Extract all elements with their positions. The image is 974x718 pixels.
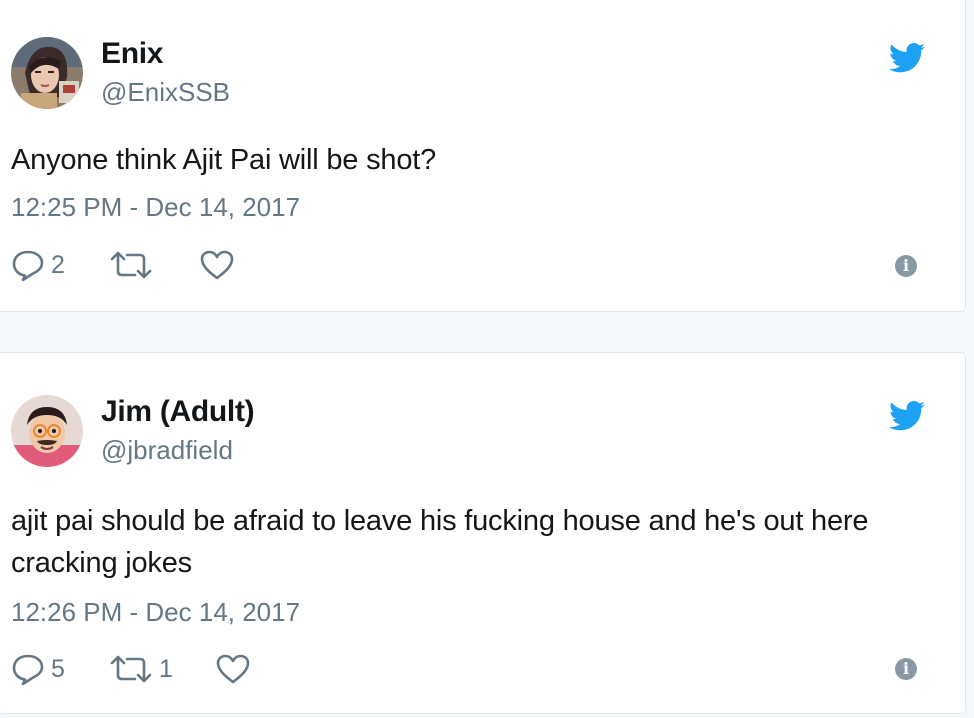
reply-button[interactable]: 2 [11, 245, 65, 285]
tweet-card[interactable]: Enix @EnixSSB Anyone think Ajit Pai will… [0, 0, 966, 312]
like-icon [216, 654, 250, 684]
retweet-count: 1 [159, 654, 173, 683]
retweet-button[interactable]: 1 [109, 649, 173, 689]
display-name[interactable]: Jim (Adult) [101, 395, 255, 429]
twitter-bird-icon[interactable] [889, 43, 925, 73]
like-button[interactable] [199, 245, 241, 285]
twitter-bird-icon[interactable] [889, 401, 925, 431]
info-icon[interactable]: i [895, 658, 917, 680]
avatar-image [11, 395, 83, 467]
retweet-icon [110, 251, 152, 279]
reply-icon [12, 250, 44, 281]
tweet-text: ajit pai should be afraid to leave his f… [11, 505, 869, 579]
reply-count: 2 [51, 250, 65, 279]
info-icon[interactable]: i [895, 255, 917, 277]
reply-count: 5 [51, 654, 65, 683]
retweet-icon [110, 655, 152, 683]
user-handle[interactable]: @jbradfield [101, 435, 233, 466]
reply-button[interactable]: 5 [11, 649, 65, 689]
tweet-card[interactable]: Jim (Adult) @jbradfield ajit pai should … [0, 352, 966, 714]
tweet-text: Anyone think Ajit Pai will be shot? [11, 144, 437, 176]
retweet-button[interactable] [109, 245, 159, 285]
reply-icon [12, 654, 44, 685]
avatar-image [11, 37, 83, 109]
timestamp[interactable]: 12:26 PM - Dec 14, 2017 [11, 597, 300, 628]
like-button[interactable] [215, 649, 257, 689]
user-handle[interactable]: @EnixSSB [101, 77, 230, 108]
like-icon [200, 250, 234, 280]
avatar[interactable] [11, 37, 83, 109]
avatar[interactable] [11, 395, 83, 467]
timestamp[interactable]: 12:25 PM - Dec 14, 2017 [11, 192, 300, 223]
display-name[interactable]: Enix [101, 37, 163, 71]
